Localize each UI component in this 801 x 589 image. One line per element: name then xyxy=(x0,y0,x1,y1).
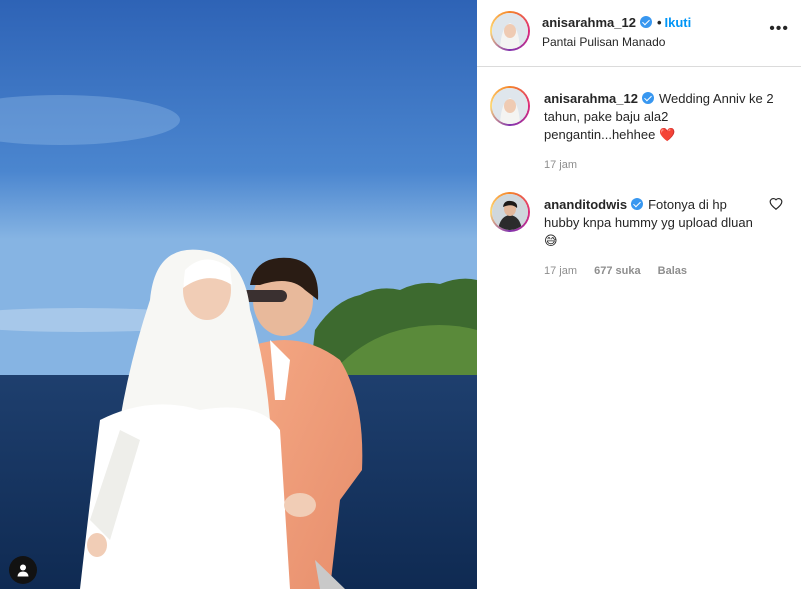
heart-icon[interactable] xyxy=(769,197,783,211)
post-viewer: anisarahma_12 • Ikuti Pantai Pulisan Manad… xyxy=(0,0,801,589)
comment-time[interactable]: 17 jam xyxy=(544,265,577,277)
reply-button[interactable]: Balas xyxy=(658,265,687,277)
photo-image xyxy=(0,0,477,589)
caption-username[interactable]: anisarahma_12 xyxy=(544,91,638,106)
avatar-image xyxy=(492,88,528,124)
caption-avatar[interactable] xyxy=(490,86,530,126)
avatar-image xyxy=(492,194,528,230)
author-username[interactable]: anisarahma_12 xyxy=(542,15,636,30)
more-options-icon[interactable]: ••• xyxy=(769,20,789,38)
caption-time[interactable]: 17 jam xyxy=(544,159,577,171)
verified-icon xyxy=(639,16,652,28)
user-tag-icon xyxy=(17,564,29,577)
grin-sweat-emoji: 😅 xyxy=(544,233,558,248)
follow-button[interactable]: Ikuti xyxy=(665,15,692,30)
caption-text-block: anisarahma_12 Wedding Anniv ke 2 tahun, p… xyxy=(544,90,779,144)
post-location[interactable]: Pantai Pulisan Manado xyxy=(542,35,665,49)
user-tag-button[interactable] xyxy=(9,556,37,584)
heart-emoji: ❤️ xyxy=(658,127,676,142)
comment-text-block: ananditodwis Fotonya di hp hubby knpa hum… xyxy=(544,196,759,250)
separator-dot: • xyxy=(656,15,662,30)
post-header: anisarahma_12 • Ikuti Pantai Pulisan Manad… xyxy=(477,0,801,67)
commenter-username[interactable]: ananditodwis xyxy=(544,197,627,212)
comment-likes[interactable]: 677 suka xyxy=(594,265,640,277)
verified-icon xyxy=(631,198,644,210)
comment-meta: 17 jam 677 suka Balas xyxy=(544,265,701,277)
avatar-image xyxy=(492,13,528,49)
caption-meta: 17 jam xyxy=(544,159,591,171)
verified-icon xyxy=(641,92,654,104)
author-line: anisarahma_12 • Ikuti xyxy=(542,15,691,30)
post-photo[interactable] xyxy=(0,0,477,589)
author-avatar[interactable] xyxy=(490,11,530,51)
commenter-avatar[interactable] xyxy=(490,192,530,232)
post-sidebar: anisarahma_12 • Ikuti Pantai Pulisan Manad… xyxy=(477,0,801,589)
